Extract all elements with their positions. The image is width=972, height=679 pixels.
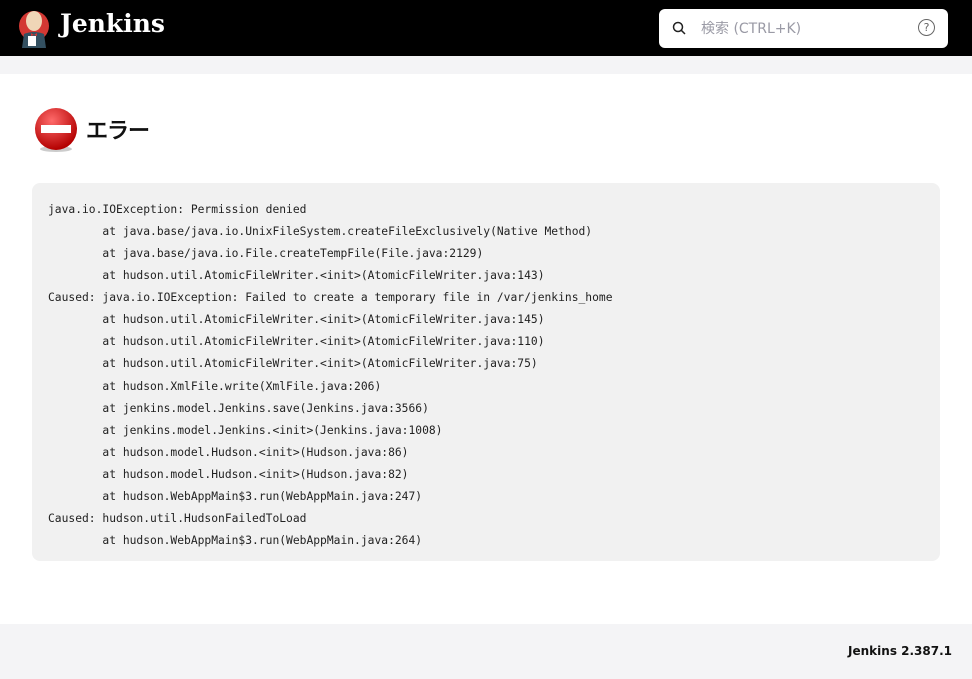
jenkins-logo-icon[interactable] [18,8,50,48]
page-title: エラー [86,119,150,144]
stack-trace-line: at hudson.util.AtomicFileWriter.<init>(A… [102,269,545,283]
stack-trace-line: at hudson.XmlFile.write(XmlFile.java:206… [102,379,382,393]
search-icon [672,21,686,35]
stack-trace-line: at hudson.util.AtomicFileWriter.<init>(A… [102,313,545,327]
stack-trace-line: at hudson.WebAppMain$3.run(WebAppMain.ja… [102,533,423,547]
stack-trace: java.io.IOException: Permission denied a… [32,183,940,561]
stack-trace-text: java.io.IOException: Permission denied a… [48,199,613,552]
brand-name[interactable]: Jenkins [60,9,165,38]
search-input[interactable] [699,17,903,41]
stack-trace-line: at hudson.util.AtomicFileWriter.<init>(A… [102,335,545,349]
error-stop-icon [35,108,77,152]
version-link[interactable]: Jenkins 2.387.1 [848,644,952,658]
stack-trace-line: at hudson.model.Hudson.<init>(Hudson.jav… [102,445,409,459]
breadcrumb-bar [0,56,972,74]
stack-trace-line: at hudson.WebAppMain$3.run(WebAppMain.ja… [102,489,423,503]
stack-trace-line: at hudson.model.Hudson.<init>(Hudson.jav… [102,467,409,481]
header: Jenkins ? [0,0,972,56]
stack-trace-line: at hudson.util.AtomicFileWriter.<init>(A… [102,357,538,371]
footer: Jenkins 2.387.1 [0,624,972,679]
search-box[interactable]: ? [659,9,948,48]
stack-trace-line: at jenkins.model.Jenkins.save(Jenkins.ja… [102,401,429,415]
help-icon[interactable]: ? [918,19,935,36]
stack-trace-line: at java.base/java.io.File.createTempFile… [102,247,484,261]
stack-trace-line: Caused: hudson.util.HudsonFailedToLoad [48,511,307,525]
stack-trace-line: Caused: java.io.IOException: Failed to c… [48,291,613,305]
stack-trace-line: java.io.IOException: Permission denied [48,203,307,216]
stack-trace-line: at java.base/java.io.UnixFileSystem.crea… [102,225,593,239]
stack-trace-line: at jenkins.model.Jenkins.<init>(Jenkins.… [102,423,443,437]
